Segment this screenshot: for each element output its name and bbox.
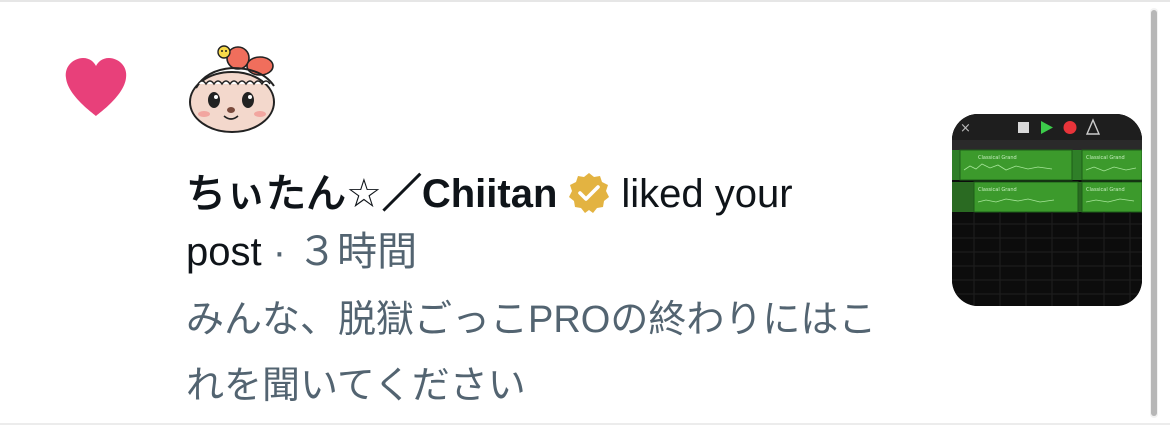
- region-label: Classical Grand: [978, 187, 1017, 193]
- timestamp: ３時間: [297, 230, 418, 274]
- post-preview-text: みんな、脱獄ごっこPROの終わりにはこれを聞いてください: [186, 299, 877, 407]
- action-text-continued: post: [186, 230, 262, 274]
- post-thumbnail[interactable]: × Classical Grand Classical Grand Classi…: [952, 114, 1142, 306]
- region-label: Classical Grand: [978, 155, 1017, 161]
- action-text: liked your: [621, 172, 793, 216]
- region-label: Classical Grand: [1086, 155, 1125, 161]
- like-notification[interactable]: ちぃたん☆／Chiitan liked your post · ３時間 みんな、…: [0, 0, 1142, 425]
- heart-icon: [65, 58, 127, 116]
- close-icon: ×: [960, 121, 971, 136]
- stop-icon: [1018, 122, 1029, 133]
- avatar[interactable]: [186, 44, 284, 134]
- verified-badge-icon: [569, 173, 610, 213]
- region-label: Classical Grand: [1086, 187, 1125, 193]
- scrollbar-thumb[interactable]: [1151, 10, 1157, 416]
- notification-text[interactable]: ちぃたん☆／Chiitan liked your post · ３時間 みんな、…: [186, 165, 886, 419]
- user-display-name[interactable]: ちぃたん☆／Chiitan: [186, 172, 557, 216]
- record-icon: [1063, 121, 1077, 134]
- separator-dot: ·: [272, 230, 287, 274]
